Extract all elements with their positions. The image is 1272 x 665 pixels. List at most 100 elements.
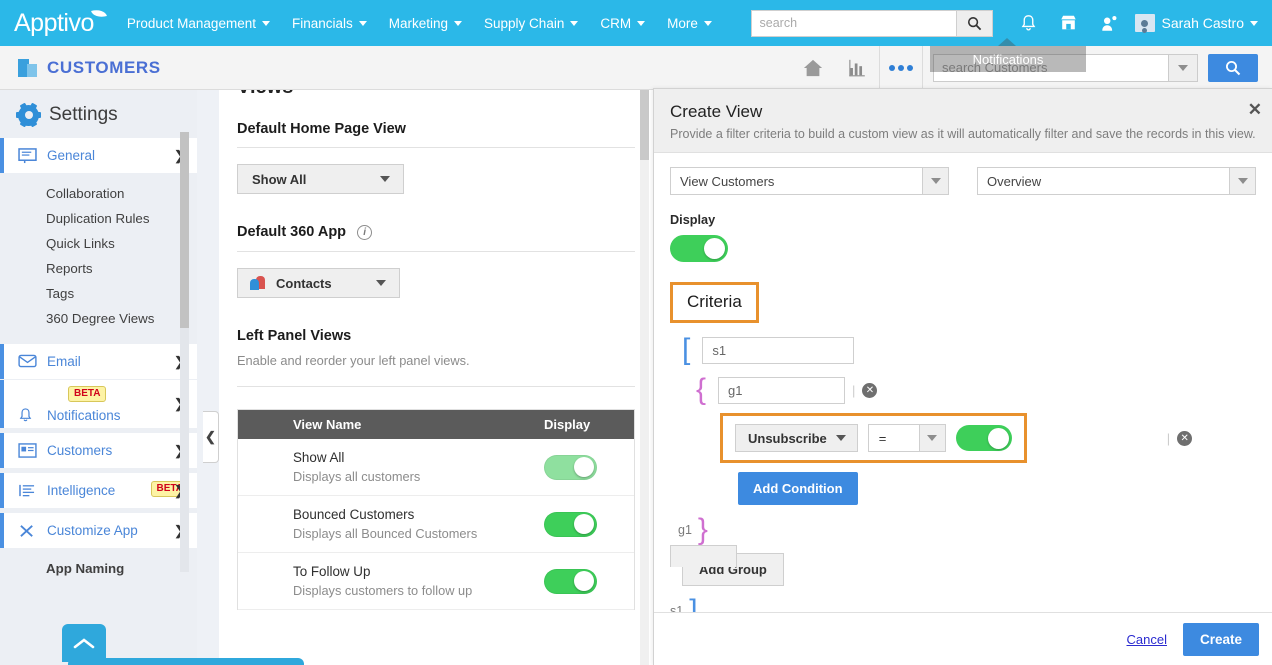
reports-button[interactable] [835,46,879,90]
search-scope-dropdown[interactable] [1168,54,1198,82]
add-group-wrap: Add Group [670,553,1256,586]
display-toggle[interactable] [544,569,597,594]
select-value: Contacts [276,276,332,291]
sidebar-item-notifications[interactable]: Notifications BETA ❯ [0,380,197,428]
tools-icon [18,523,37,539]
nav-label: Product Management [127,16,256,31]
sidebar-subitems-general: Collaboration Duplication Rules Quick Li… [0,174,197,339]
sidebar-item-intelligence[interactable]: Intelligence BETA ❯ [0,473,197,508]
display-toggle[interactable] [544,455,597,480]
settings-title-label: Settings [49,104,118,126]
criteria-section-highlight: Criteria [670,282,759,323]
sidebar-item-customize-app[interactable]: Customize App ❯ [0,513,197,548]
chevron-down-icon [704,21,712,26]
chevron-down-icon [836,435,846,441]
condition-field-select[interactable]: Unsubscribe [735,424,858,452]
view-type-select[interactable]: View Customers [670,167,949,195]
sidebar-item-customers[interactable]: Customers ❯ [0,433,197,468]
beta-badge: BETA [68,386,106,402]
condition-operator-select[interactable]: = [868,424,946,452]
nav-label: More [667,16,698,31]
notifications-tooltip: Notifications [930,46,1086,72]
add-set-button-partial[interactable] [670,545,737,567]
store-icon [1059,14,1078,32]
criteria-group-row: { | ✕ [670,375,1256,405]
add-condition-wrap: Add Condition [670,472,1256,505]
customer-search-button[interactable] [1208,54,1258,82]
create-button[interactable]: Create [1183,623,1259,656]
user-menu[interactable]: Sarah Castro [1135,14,1258,32]
sidebar-subitem-reports[interactable]: Reports [0,256,197,281]
set-name-input[interactable] [702,337,854,364]
tooltip-text: Notifications [973,52,1044,67]
sidebar-item-general[interactable]: General ❯ [0,138,197,173]
sidebar-subitem-quick-links[interactable]: Quick Links [0,231,197,256]
divider [237,386,635,387]
user-add-icon [1100,14,1118,33]
criteria-label: Criteria [687,292,742,311]
views-heading: Views [237,90,635,99]
nav-item-product-management[interactable]: Product Management [116,0,281,46]
chevron-down-icon[interactable] [1229,168,1255,194]
page-title-label: CUSTOMERS [47,58,161,78]
more-options-button[interactable] [879,46,923,90]
home-button[interactable] [791,46,835,90]
main-scrollbar-thumb[interactable] [640,90,649,160]
main-scrollbar-track[interactable] [640,90,649,665]
marketplace-button[interactable] [1049,0,1089,46]
sidebar-item-label: Customers [47,443,112,458]
chevron-down-icon [570,21,578,26]
remove-group-icon[interactable]: ✕ [862,383,877,398]
select-value: = [879,431,887,446]
default-home-page-view-select[interactable]: Show All [237,164,404,194]
display-label: Display [670,213,1256,227]
search-icon [967,16,982,31]
view-name: Show All [293,450,544,465]
sidebar-subitem-360-degree-views[interactable]: 360 Degree Views [0,306,197,331]
nav-item-crm[interactable]: CRM [589,0,656,46]
settings-sidebar: Settings General ❯ Collaboration Duplica… [0,90,197,665]
sidebar-collapse-toggle[interactable]: ❮ [203,411,219,463]
chevron-down-icon [380,176,390,182]
chevron-down-icon[interactable] [922,168,948,194]
criteria-set-row: [ [670,335,1256,365]
nav-item-financials[interactable]: Financials [281,0,378,46]
info-icon[interactable]: i [357,225,372,240]
nav-item-supply-chain[interactable]: Supply Chain [473,0,589,46]
cancel-link[interactable]: Cancel [1127,632,1167,647]
brace-close-icon: } [698,515,708,545]
nav-label: Supply Chain [484,16,564,31]
nav-item-marketing[interactable]: Marketing [378,0,473,46]
add-condition-button[interactable]: Add Condition [738,472,858,505]
layout-select[interactable]: Overview [977,167,1256,195]
table-row: Bounced Customers Displays all Bounced C… [238,496,634,553]
view-name: To Follow Up [293,564,544,579]
sidebar-subitem-app-naming[interactable]: App Naming [0,549,197,576]
nav-item-more[interactable]: More [656,0,723,46]
sidebar-subitem-tags[interactable]: Tags [0,281,197,306]
bar-chart-icon [847,58,868,78]
remove-condition-icon[interactable]: ✕ [1177,431,1192,446]
global-search-button[interactable] [956,10,993,37]
add-user-button[interactable] [1089,0,1129,46]
avatar [1135,14,1155,32]
sidebar-item-email[interactable]: Email ❯ [0,344,197,379]
group-name-input[interactable] [718,377,845,404]
chevron-down-icon[interactable] [919,425,945,451]
sidebar-scrollbar-thumb[interactable] [180,132,189,328]
condition-value-toggle[interactable] [956,425,1012,451]
nav-label: CRM [600,16,631,31]
sidebar-subitem-duplication-rules[interactable]: Duplication Rules [0,206,197,231]
display-toggle[interactable] [544,512,597,537]
panel-body: View Customers Overview Display Criteria… [654,153,1272,623]
search-icon [1225,60,1241,76]
close-icon[interactable]: ✕ [1248,101,1262,118]
default-360-app-select[interactable]: Contacts [237,268,400,298]
sidebar-subitem-collaboration[interactable]: Collaboration [0,181,197,206]
user-name-label: Sarah Castro [1162,15,1244,31]
global-search-input[interactable] [751,10,956,37]
display-toggle[interactable] [670,235,728,262]
scroll-to-top-button[interactable] [62,624,106,662]
create-view-panel: Create View Provide a filter criteria to… [653,88,1272,665]
apptivo-logo[interactable]: Apptivo [14,11,94,36]
